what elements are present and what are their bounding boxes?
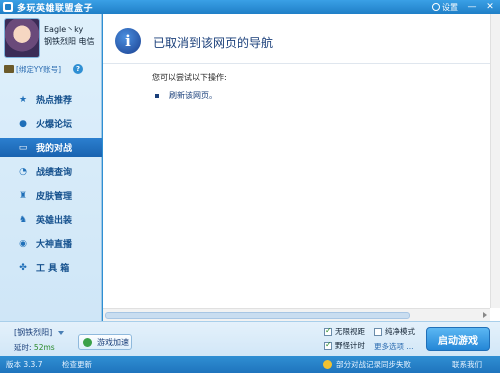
sidebar-item-label: 英雄出装	[36, 216, 73, 226]
sidebar-item-label: 皮肤管理	[36, 192, 73, 202]
server-selector[interactable]: [钢铁烈阳]	[14, 327, 65, 338]
close-button[interactable]: ✕	[482, 1, 498, 13]
contact-us-link[interactable]: 联系我们	[452, 359, 482, 370]
status-bar: 版本 3.3.7 检查更新 部分对战记录同步失败 联系我们	[0, 356, 500, 373]
chat-bubble-icon: ●	[19, 118, 27, 129]
yy-account-icon	[4, 65, 14, 73]
start-game-button[interactable]: 启动游戏	[426, 327, 490, 351]
version-label: 版本 3.3.7	[6, 360, 43, 369]
bottom-bar: [钢铁烈阳] 延时: 52ms 游戏加速 无限视距 纯净模式 野怪计时 更多选项…	[0, 321, 500, 356]
chevron-down-icon	[58, 331, 65, 335]
user-card: Eagle丶ky 钢铁烈阳 电信	[4, 18, 100, 58]
page-title: 已取消到该网页的导航	[153, 36, 274, 50]
instruction-text: 您可以尝试以下操作:	[152, 73, 227, 82]
sidebar: Eagle丶ky 钢铁烈阳 电信 [绑定YY账号] ? ★ 热点推荐 ● 火爆论…	[0, 14, 102, 321]
checkbox[interactable]	[324, 340, 332, 350]
search-icon: ◔	[19, 166, 27, 177]
horizontal-scrollbar[interactable]	[103, 308, 490, 321]
latency-label: 延时:	[14, 343, 32, 352]
sync-warning[interactable]: 部分对战记录同步失败	[323, 359, 411, 370]
vertical-scrollbar[interactable]	[490, 14, 500, 308]
battle-icon: ▭	[18, 142, 28, 153]
app-logo-icon	[3, 2, 13, 12]
gear-icon	[432, 3, 440, 11]
bullet-icon	[155, 93, 159, 98]
sidebar-item-stats[interactable]: ◔ 战绩查询	[0, 162, 102, 181]
action-item: 刷新该网页。	[155, 90, 217, 101]
option-label: 无限视距	[335, 327, 365, 336]
settings-label: 设置	[442, 2, 458, 12]
window-title: 多玩英雄联盟盒子	[17, 3, 94, 14]
sidebar-item-forum[interactable]: ● 火爆论坛	[0, 114, 102, 133]
scrollbar-thumb[interactable]	[105, 312, 410, 319]
bind-account-row: [绑定YY账号] ?	[4, 62, 100, 76]
sidebar-item-label: 大神直播	[36, 240, 73, 250]
option-label: 纯净模式	[385, 327, 415, 336]
info-icon: i	[115, 28, 141, 54]
sidebar-item-label: 我的对战	[36, 144, 73, 154]
checkbox[interactable]	[374, 327, 382, 336]
rocket-icon	[83, 337, 92, 347]
window-controls: 设置 — ✕	[432, 0, 500, 14]
helmet-icon: ♞	[18, 214, 28, 225]
option-unlimited-view[interactable]: 无限视距	[324, 326, 365, 337]
sidebar-item-skins[interactable]: ♜ 皮肤管理	[0, 186, 102, 205]
shirt-icon: ♜	[18, 190, 28, 201]
browser-content: i 已取消到该网页的导航 您可以尝试以下操作: 刷新该网页。	[103, 14, 490, 308]
option-pure-mode[interactable]: 纯净模式	[374, 326, 415, 337]
game-accelerator-button[interactable]: 游戏加速	[78, 334, 132, 350]
sync-warning-text: 部分对战记录同步失败	[336, 360, 411, 369]
checkbox[interactable]	[324, 326, 332, 336]
username: Eagle丶ky	[44, 25, 84, 34]
avatar[interactable]	[4, 18, 40, 58]
title-bar: 多玩英雄联盟盒子 设置 — ✕	[0, 0, 500, 14]
sidebar-item-label: 火爆论坛	[36, 120, 73, 130]
sidebar-item-label: 战绩查询	[36, 168, 73, 178]
sidebar-item-my-battles[interactable]: ▭ 我的对战	[0, 138, 102, 157]
sidebar-item-tools[interactable]: ✤ 工 具 箱	[0, 258, 102, 277]
main-panel: i 已取消到该网页的导航 您可以尝试以下操作: 刷新该网页。	[103, 14, 500, 321]
sidebar-nav: ★ 热点推荐 ● 火爆论坛 ▭ 我的对战 ◔ 战绩查询 ♜ 皮肤管理 ♞ 英雄出…	[0, 90, 102, 282]
sidebar-item-hot[interactable]: ★ 热点推荐	[0, 90, 102, 109]
scroll-right-arrow-icon[interactable]	[483, 312, 487, 318]
latency-value: 52ms	[33, 343, 55, 352]
user-server: 钢铁烈阳 电信	[44, 37, 95, 46]
more-options-link[interactable]: 更多选项 ...	[374, 341, 414, 352]
live-icon: ◉	[19, 238, 27, 249]
error-header: i 已取消到该网页的导航	[103, 14, 490, 64]
sidebar-item-label: 热点推荐	[36, 96, 73, 106]
sidebar-item-live[interactable]: ◉ 大神直播	[0, 234, 102, 253]
help-icon[interactable]: ?	[73, 64, 84, 74]
server-selector-label: [钢铁烈阳]	[14, 328, 53, 337]
warning-icon	[323, 360, 332, 369]
settings-button[interactable]: 设置	[432, 2, 458, 13]
latency-readout: 延时: 52ms	[14, 342, 55, 353]
option-jungle-timer[interactable]: 野怪计时	[324, 340, 365, 351]
option-label: 野怪计时	[335, 341, 365, 350]
sidebar-item-builds[interactable]: ♞ 英雄出装	[0, 210, 102, 229]
bind-yy-link[interactable]: [绑定YY账号]	[16, 64, 61, 75]
sidebar-item-label: 工 具 箱	[36, 264, 70, 274]
check-update-link[interactable]: 检查更新	[62, 359, 92, 370]
accelerator-label: 游戏加速	[97, 337, 129, 347]
minimize-button[interactable]: —	[464, 1, 480, 13]
refresh-link[interactable]: 刷新该网页。	[169, 90, 217, 101]
star-icon: ★	[18, 94, 28, 105]
tools-icon: ✤	[19, 262, 27, 273]
